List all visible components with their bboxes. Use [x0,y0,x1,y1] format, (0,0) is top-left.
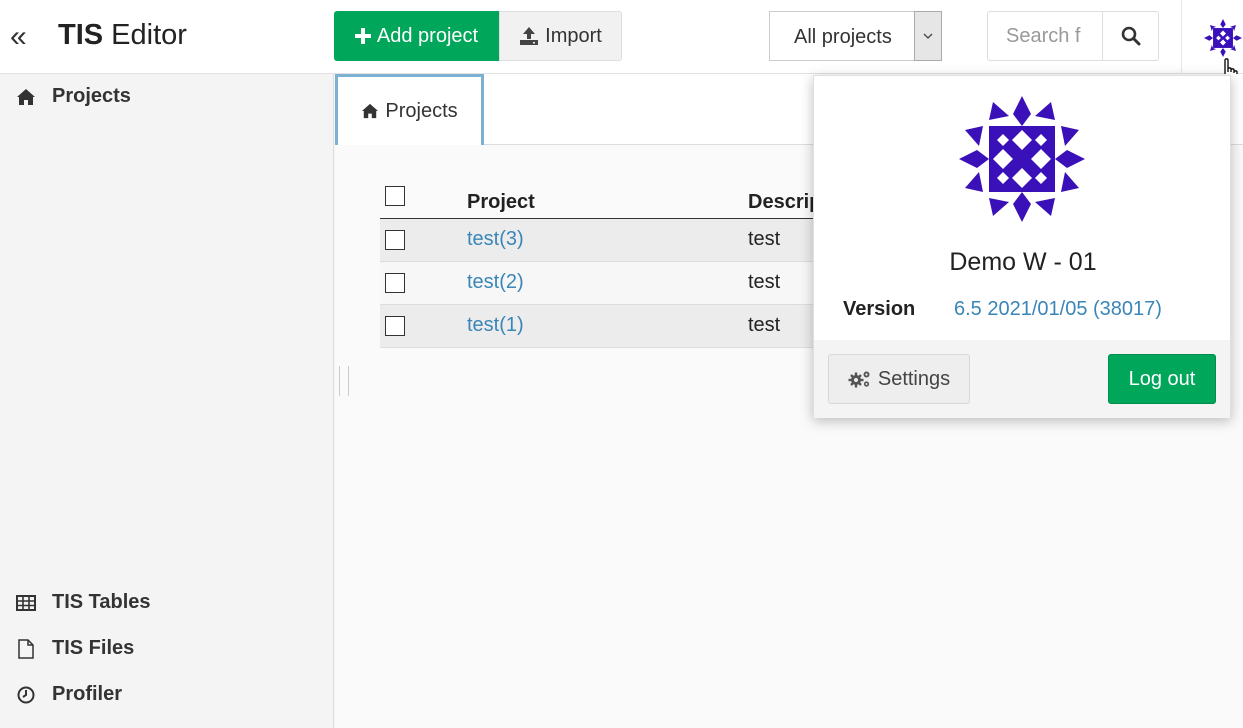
search-icon [1121,26,1140,46]
upload-icon [520,27,539,45]
chevron-down-icon[interactable] [914,11,942,61]
avatar-icon [1204,19,1242,57]
sidebar-item-tis-tables[interactable]: TIS Tables [14,591,151,614]
project-description: test [748,314,781,336]
column-header-project[interactable]: Project [467,191,535,214]
project-link[interactable]: test(1) [467,314,524,337]
home-icon [362,103,379,119]
gears-icon [848,371,870,388]
row-checkbox[interactable] [385,316,405,336]
sidebar-item-profiler[interactable]: Profiler [14,683,122,706]
search-button[interactable] [1102,11,1159,61]
app-title: TIS Editor [58,19,187,51]
collapse-sidebar-icon[interactable]: « [10,22,27,52]
version-label: Version [843,298,916,320]
search-input[interactable] [987,11,1103,61]
row-checkbox[interactable] [385,273,405,293]
file-icon [14,638,38,659]
project-description: test [748,228,781,250]
user-avatar-logo [959,96,1085,222]
sidebar: Projects TIS Tables TIS Files Profiler [0,74,334,728]
version-value[interactable]: 6.5 2021/01/05 (38017) [954,298,1162,321]
user-display-name: Demo W - 01 [949,248,1097,276]
plus-icon [354,28,371,44]
tab-projects[interactable]: Projects [335,74,484,145]
project-link[interactable]: test(2) [467,271,524,294]
resize-handle[interactable] [339,366,349,396]
settings-button[interactable]: Settings [828,354,970,404]
top-header: « TIS Editor Add project Import All proj… [0,0,1243,124]
row-checkbox[interactable] [385,230,405,250]
header-divider [1181,0,1182,74]
user-menu-popup: Demo W - 01 Version 6.5 2021/01/05 (3801… [813,75,1231,418]
clock-icon [14,686,38,704]
project-filter-select[interactable]: All projects [769,11,942,61]
sidebar-item-tis-files[interactable]: TIS Files [14,637,134,660]
popup-footer: Settings Log out [814,340,1230,418]
project-link[interactable]: test(3) [467,228,524,251]
logout-button[interactable]: Log out [1108,354,1216,404]
table-icon [14,594,38,611]
home-icon [14,88,38,106]
select-all-checkbox[interactable] [385,186,405,206]
project-description: test [748,271,781,293]
column-header-description[interactable]: Descrip [748,191,821,214]
sidebar-item-projects[interactable]: Projects [14,85,131,108]
user-avatar-button[interactable] [1204,19,1242,57]
import-button[interactable]: Import [499,11,622,61]
add-project-button[interactable]: Add project [334,11,499,61]
